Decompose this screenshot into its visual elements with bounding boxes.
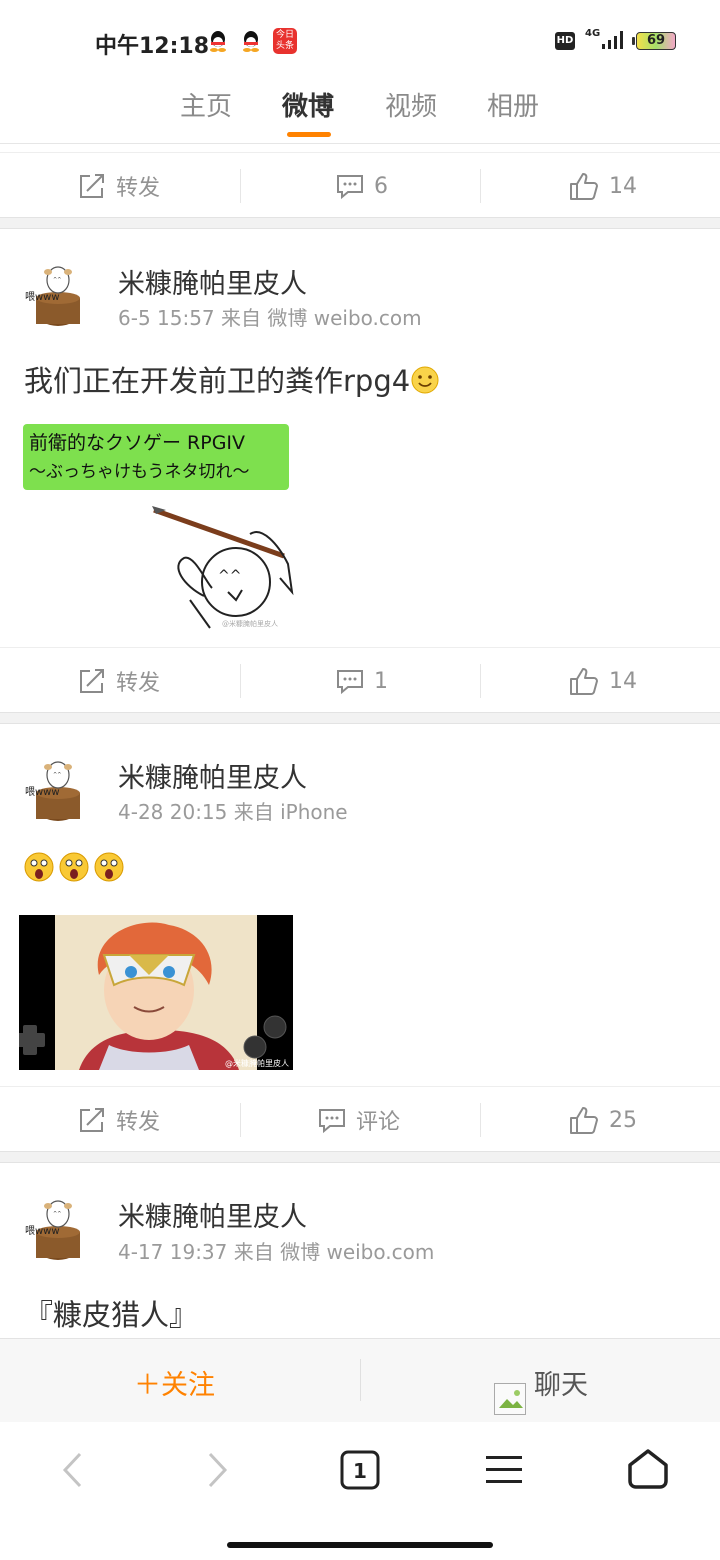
broken-image-icon <box>494 1383 526 1415</box>
repost-button[interactable]: 转发 <box>78 648 160 714</box>
thumbs-up-icon <box>570 173 598 200</box>
tab-album[interactable]: 相册 <box>487 86 539 123</box>
qq-icon <box>210 31 226 52</box>
svg-text:1: 1 <box>353 1459 367 1483</box>
post-author[interactable]: 米糠腌帕里皮人 <box>118 1195 307 1234</box>
banner-subtitle: 〜ぶっちゃけもうネタ切れ〜 <box>29 462 250 482</box>
tab-home[interactable]: 主页 <box>180 86 232 123</box>
banner-title: 前衛的なクソゲー RPGIV <box>29 432 246 454</box>
network-label: 4G <box>585 28 601 39</box>
post-actions: 转发 6 14 <box>0 152 720 218</box>
like-button[interactable]: 14 <box>569 153 637 219</box>
like-count: 14 <box>609 173 637 199</box>
home-icon[interactable] <box>626 1448 670 1490</box>
tabs-icon[interactable]: 1 <box>340 1450 380 1490</box>
repost-icon <box>80 174 104 198</box>
post-meta: 4-17 19:37 来自 微博 weibo.com <box>118 1240 435 1264</box>
home-indicator[interactable] <box>227 1542 493 1548</box>
comment-icon <box>319 1109 345 1134</box>
svg-text:^^: ^^ <box>53 1211 61 1217</box>
post-meta: 6-5 15:57 来自 微博 weibo.com <box>118 306 422 330</box>
menu-icon[interactable] <box>486 1454 522 1486</box>
comment-icon <box>337 670 363 695</box>
svg-text:@米糠腌帕里皮人: @米糠腌帕里皮人 <box>222 619 278 628</box>
svg-text:^^: ^^ <box>53 772 61 778</box>
shocked-emoji-icon <box>24 852 124 882</box>
post-image-banner[interactable]: 前衛的なクソゲー RPGIV 〜ぶっちゃけもうネタ切れ〜 <box>23 424 289 490</box>
back-icon[interactable] <box>60 1452 86 1488</box>
tab-weibo[interactable]: 微博 <box>282 86 334 123</box>
post-text: 我们正在开发前卫的粪作rpg4 <box>24 358 440 400</box>
tab-video[interactable]: 视频 <box>385 86 437 123</box>
repost-icon <box>80 669 104 693</box>
svg-text:@米糠腌帕里皮人: @米糠腌帕里皮人 <box>225 1058 289 1068</box>
repost-button[interactable]: 转发 <box>78 1087 160 1153</box>
svg-text:喂www: 喂www <box>25 786 60 798</box>
repost-label: 转发 <box>116 176 161 201</box>
battery-icon: 69 <box>636 32 676 50</box>
comment-count: 6 <box>374 173 388 199</box>
forward-icon[interactable] <box>204 1452 230 1488</box>
like-count: 25 <box>609 1107 637 1133</box>
follow-label: 关注 <box>161 1370 215 1401</box>
post-meta: 4-28 20:15 来自 iPhone <box>118 800 348 824</box>
post-author[interactable]: 米糠腌帕里皮人 <box>118 756 307 795</box>
repost-label: 转发 <box>116 1110 161 1135</box>
post-actions: 转发 评论 25 <box>0 1086 720 1152</box>
comment-label: 评论 <box>356 1110 401 1135</box>
comment-icon <box>337 175 363 200</box>
status-bar: 中午12:18 今日 头条 HD 4G 69 <box>0 0 720 80</box>
avatar[interactable]: ^^ 喂www <box>22 755 94 827</box>
qq-icon <box>243 31 259 52</box>
comment-count: 1 <box>374 668 388 694</box>
battery-nub <box>632 37 635 45</box>
repost-icon <box>80 1108 104 1132</box>
like-button[interactable]: 25 <box>569 1087 637 1153</box>
post-emoji-row <box>24 850 128 891</box>
hd-icon: HD <box>555 32 575 50</box>
repost-button[interactable]: 转发 <box>78 153 160 219</box>
post-image-drawing[interactable]: ^^ @米糠腌帕里皮人 <box>150 500 300 632</box>
thumbs-up-icon <box>570 1107 598 1134</box>
comment-button[interactable]: 6 <box>336 153 388 219</box>
svg-text:^^: ^^ <box>218 568 241 584</box>
comment-button[interactable]: 评论 <box>318 1087 400 1153</box>
follow-bar: ＋关注 聊天 <box>0 1338 720 1422</box>
post-actions: 转发 1 14 <box>0 647 720 713</box>
svg-text:喂www: 喂www <box>25 1225 60 1237</box>
smile-emoji-icon <box>411 366 439 394</box>
repost-label: 转发 <box>116 671 161 696</box>
svg-text:喂www: 喂www <box>25 291 60 303</box>
follow-button[interactable]: ＋关注 <box>134 1363 215 1402</box>
profile-tabs: 主页 微博 视频 相册 <box>0 80 720 144</box>
avatar[interactable]: ^^ 喂www <box>22 1194 94 1266</box>
news-app-icon: 今日 头条 <box>273 28 297 54</box>
chat-button[interactable]: 聊天 <box>534 1363 588 1402</box>
post-author[interactable]: 米糠腌帕里皮人 <box>118 262 307 301</box>
status-time: 中午12:18 <box>95 34 210 59</box>
post-text: 『糠皮猎人』 <box>24 1298 199 1332</box>
svg-text:^^: ^^ <box>53 277 61 283</box>
post-image-game-screenshot[interactable]: @米糠腌帕里皮人 <box>19 915 293 1070</box>
thumbs-up-icon <box>570 668 598 695</box>
tab-indicator <box>287 132 331 137</box>
browser-nav-bar: 1 <box>0 1422 720 1560</box>
signal-icon <box>602 31 623 49</box>
comment-button[interactable]: 1 <box>336 648 388 714</box>
like-button[interactable]: 14 <box>569 648 637 714</box>
avatar[interactable]: ^^ 喂www <box>22 260 94 332</box>
like-count: 14 <box>609 668 637 694</box>
plus-icon: ＋ <box>134 1370 161 1401</box>
